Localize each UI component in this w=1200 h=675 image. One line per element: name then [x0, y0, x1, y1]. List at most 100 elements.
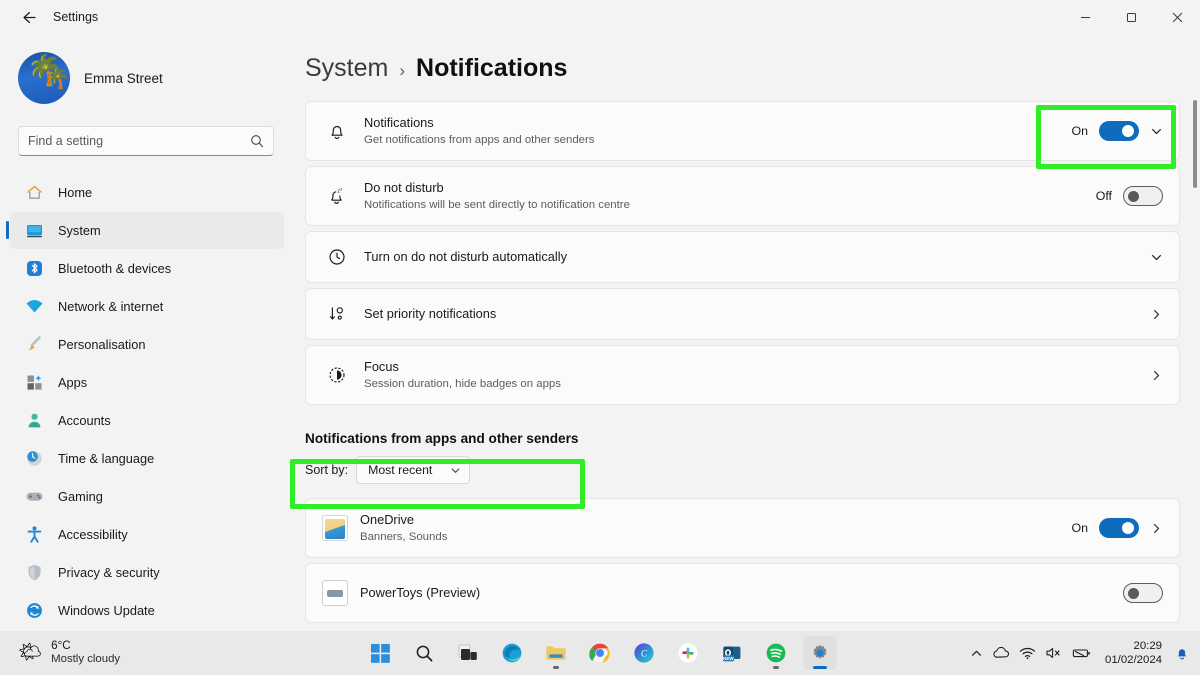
task-view-icon[interactable]	[451, 636, 485, 670]
weather-condition: Mostly cloudy	[51, 653, 120, 667]
canva-icon[interactable]: C	[627, 636, 661, 670]
settings-icon[interactable]	[803, 636, 837, 670]
notifications-toggle[interactable]	[1099, 121, 1139, 141]
do-not-disturb-row[interactable]: z z Do not disturb Notifications will be…	[305, 166, 1180, 226]
powertoys-texts: PowerToys (Preview)	[360, 584, 1123, 601]
onedrive-toggle[interactable]	[1099, 518, 1139, 538]
running-indicator	[773, 666, 779, 669]
scrollbar-thumb[interactable]	[1193, 100, 1197, 188]
row-subtitle: Notifications will be sent directly to n…	[364, 197, 1096, 214]
notifications-texts: Notifications Get notifications from app…	[364, 114, 1071, 149]
chevron-right-icon[interactable]	[1150, 522, 1163, 535]
app-row-powertoys[interactable]: PowerToys (Preview)	[305, 563, 1180, 623]
user-profile[interactable]: 🌴 🌴 Emma Street	[18, 52, 292, 104]
profile-name: Emma Street	[84, 71, 163, 86]
search-box[interactable]	[18, 126, 274, 156]
clock-date: 01/02/2024	[1105, 653, 1162, 667]
bell-icon[interactable]	[1174, 645, 1190, 661]
chevron-up-icon[interactable]	[970, 647, 983, 660]
powertoys-controls	[1123, 583, 1163, 603]
weather-widget[interactable]: 🌤 6°C Mostly cloudy	[18, 639, 120, 667]
chevron-down-icon[interactable]	[1150, 125, 1163, 138]
chevron-down-icon	[450, 465, 461, 476]
sidebar-item-bluetooth-devices[interactable]: Bluetooth & devices	[10, 250, 284, 287]
battery-icon[interactable]	[1072, 646, 1092, 660]
sidebar-item-accounts[interactable]: Accounts	[10, 402, 284, 439]
search-icon	[250, 134, 264, 148]
toggle-knob	[1122, 522, 1134, 534]
settings-window: Settings 🌴 🌴	[0, 0, 1200, 675]
update-icon	[24, 600, 45, 621]
sidebar-item-home[interactable]: Home	[10, 174, 284, 211]
sidebar-item-label: Accessibility	[58, 527, 128, 542]
slack-icon[interactable]	[671, 636, 705, 670]
edge-icon[interactable]	[495, 636, 529, 670]
weather-temperature: 6°C	[51, 639, 120, 653]
sidebar-item-label: Accounts	[58, 413, 111, 428]
sort-by-dropdown[interactable]: Most recent	[356, 456, 470, 484]
title-bar: Settings	[0, 0, 1200, 34]
sidebar-item-label: Time & language	[58, 451, 154, 466]
focus-controls	[1150, 369, 1163, 382]
chrome-icon[interactable]	[583, 636, 617, 670]
search-input[interactable]	[28, 134, 250, 148]
sidebar-item-apps[interactable]: Apps	[10, 364, 284, 401]
sidebar-item-time-language[interactable]: Time & language	[10, 440, 284, 477]
cloud-icon[interactable]	[992, 646, 1010, 660]
avatar: 🌴 🌴	[18, 52, 70, 104]
page-title: Notifications	[416, 54, 567, 83]
svg-text:z: z	[340, 187, 342, 192]
breadcrumb-parent[interactable]: System	[305, 54, 388, 83]
dnd-controls: Off	[1096, 186, 1163, 206]
start-icon[interactable]	[363, 636, 397, 670]
sidebar-item-label: Network & internet	[58, 299, 163, 314]
file-explorer-icon[interactable]	[539, 636, 573, 670]
focus-icon	[322, 365, 352, 385]
sidebar-item-personalisation[interactable]: Personalisation	[10, 326, 284, 363]
sidebar-item-system[interactable]: System	[10, 212, 284, 249]
chevron-down-icon[interactable]	[1150, 251, 1163, 264]
sidebar-item-accessibility[interactable]: Accessibility	[10, 516, 284, 553]
turn-on-dnd-automatically-row[interactable]: Turn on do not disturb automatically	[305, 231, 1180, 283]
apps-section-heading: Notifications from apps and other sender…	[305, 431, 1200, 446]
spotify-icon[interactable]	[759, 636, 793, 670]
toggle-state-label: Off	[1096, 189, 1112, 203]
sidebar-item-label: Apps	[58, 375, 87, 390]
sidebar-item-privacy-security[interactable]: Privacy & security	[10, 554, 284, 591]
accessibility-icon	[24, 524, 45, 545]
system-tray: 20:29 01/02/2024	[970, 639, 1190, 668]
clock[interactable]: 20:29 01/02/2024	[1105, 639, 1162, 668]
taskbar-icons: C NEW	[363, 636, 837, 670]
outlook-new-icon[interactable]: NEW	[715, 636, 749, 670]
wifi-icon[interactable]	[1019, 646, 1036, 660]
chevron-right-icon[interactable]	[1150, 308, 1163, 321]
account-icon	[24, 410, 45, 431]
row-subtitle: Get notifications from apps and other se…	[364, 132, 1071, 149]
notifications-row[interactable]: Notifications Get notifications from app…	[305, 101, 1180, 161]
scrollbar[interactable]	[1193, 100, 1197, 628]
sidebar-item-label: Bluetooth & devices	[58, 261, 171, 276]
taskbar: 🌤 6°C Mostly cloudy	[0, 631, 1200, 675]
sidebar-item-windows-update[interactable]: Windows Update	[10, 592, 284, 629]
speaker-muted-icon[interactable]	[1045, 646, 1063, 660]
focus-row[interactable]: Focus Session duration, hide badges on a…	[305, 345, 1180, 405]
maximize-button[interactable]	[1108, 0, 1154, 34]
onedrive-icon	[322, 515, 348, 541]
close-button[interactable]	[1154, 0, 1200, 34]
chevron-right-icon[interactable]	[1150, 369, 1163, 382]
sidebar-item-network-internet[interactable]: Network & internet	[10, 288, 284, 325]
search-icon[interactable]	[407, 636, 441, 670]
minimize-button[interactable]	[1062, 0, 1108, 34]
do-not-disturb-toggle[interactable]	[1123, 186, 1163, 206]
app-row-onedrive[interactable]: OneDrive Banners, Sounds On	[305, 498, 1180, 558]
sidebar-item-gaming[interactable]: Gaming	[10, 478, 284, 515]
back-button[interactable]	[10, 2, 44, 32]
set-priority-notifications-row[interactable]: Set priority notifications	[305, 288, 1180, 340]
close-icon	[1172, 12, 1183, 23]
breadcrumb-separator: ›	[399, 61, 405, 81]
sidebar-item-label: Privacy & security	[58, 565, 160, 580]
toggle-state-label: On	[1071, 124, 1088, 138]
bell-icon	[322, 121, 352, 141]
powertoys-toggle[interactable]	[1123, 583, 1163, 603]
notifications-controls: On	[1071, 121, 1163, 141]
